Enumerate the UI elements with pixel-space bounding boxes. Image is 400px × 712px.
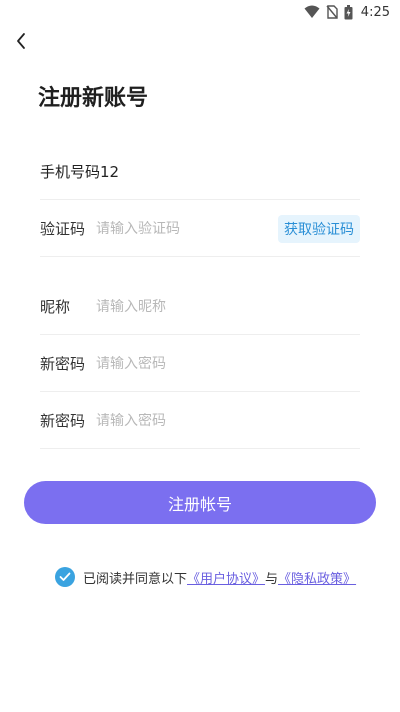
password-label: 新密码 <box>40 355 86 373</box>
no-sim-icon <box>326 5 338 19</box>
confirm-password-row: 新密码 <box>40 393 360 449</box>
wifi-icon <box>304 5 320 18</box>
user-agreement-link[interactable]: 《用户协议》 <box>187 568 265 587</box>
agreement-checkbox[interactable] <box>55 567 75 587</box>
get-code-button[interactable]: 获取验证码 <box>278 214 360 243</box>
privacy-policy-link[interactable]: 《隐私政策》 <box>278 568 356 587</box>
page-title: 注册新账号 <box>38 86 149 111</box>
phone-field[interactable]: 手机号码12 <box>40 144 360 200</box>
agreement-prefix: 已阅读并同意以下 <box>83 571 188 587</box>
status-bar: 4:25 <box>0 0 400 24</box>
back-button[interactable] <box>8 28 34 54</box>
phone-number-value: 手机号码12 <box>40 163 120 181</box>
confirm-password-label: 新密码 <box>40 412 86 430</box>
agreement-row: 已阅读并同意以下 《用户协议》 与 《隐私政策》 <box>55 566 356 588</box>
nickname-row: 昵称 <box>40 279 360 335</box>
agreement-joiner: 与 <box>265 571 279 587</box>
password-input[interactable] <box>96 355 360 372</box>
verification-code-row: 验证码 获取验证码 <box>40 201 360 257</box>
nickname-input[interactable] <box>96 298 360 315</box>
register-button[interactable]: 注册帐号 <box>24 481 376 524</box>
back-arrow-icon <box>17 33 25 49</box>
confirm-password-input[interactable] <box>96 412 360 429</box>
checkmark-icon <box>59 572 71 581</box>
battery-charging-icon <box>344 4 353 19</box>
password-row: 新密码 <box>40 336 360 392</box>
status-time: 4:25 <box>360 4 390 20</box>
nickname-label: 昵称 <box>40 298 71 316</box>
status-icons: 4:25 <box>304 3 390 21</box>
verification-code-label: 验证码 <box>40 220 86 238</box>
